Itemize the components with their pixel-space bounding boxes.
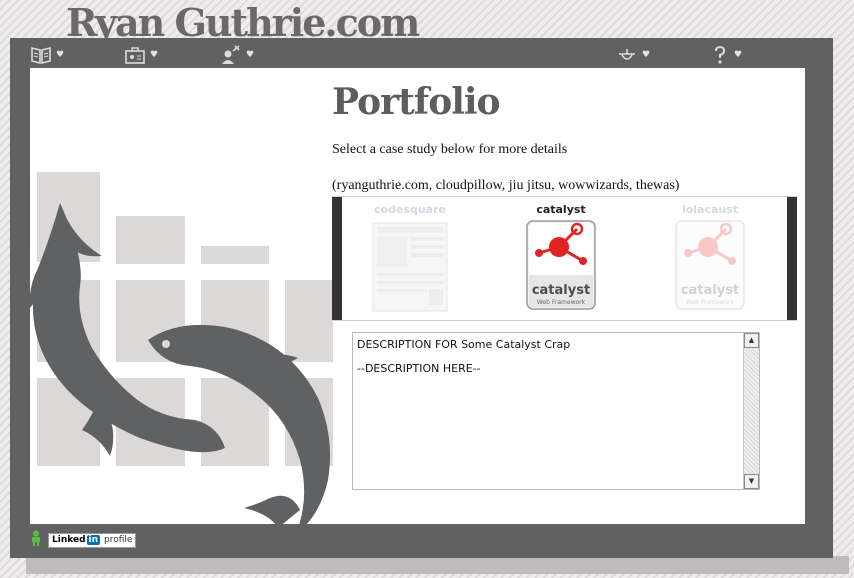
lolacaust-logo: catalyst Web Framework: [675, 220, 745, 310]
description-textarea[interactable]: DESCRIPTION FOR Some Catalyst Crap --DES…: [352, 332, 760, 490]
scroll-down-button[interactable]: ▼: [744, 474, 759, 489]
person-icon: [30, 530, 42, 550]
description-line: DESCRIPTION FOR Some Catalyst Crap: [357, 338, 571, 351]
heart-icon: ♥: [56, 50, 65, 60]
linkedin-profile-text: profile: [104, 535, 133, 545]
heart-icon: ♥: [150, 50, 159, 60]
catalyst-logo: catalyst Web Framework: [526, 220, 596, 310]
carousel-left-edge[interactable]: [332, 197, 342, 320]
case-catalyst[interactable]: catalyst catalyst Web Framework: [515, 203, 607, 317]
lolacaust-logo-word: catalyst: [681, 283, 739, 298]
toolbar-help[interactable]: ♥: [710, 44, 742, 66]
briefcase-icon: [124, 45, 146, 65]
linkedin-profile-link[interactable]: Linked in profile: [48, 532, 137, 548]
case-label: lolacaust: [681, 203, 739, 216]
book-icon: [30, 45, 52, 65]
koi-fish-art: [30, 203, 331, 524]
toolbar-briefcase[interactable]: ♥: [124, 44, 158, 66]
toolbar-person[interactable]: ♥: [220, 44, 254, 66]
carousel-right-edge[interactable]: [787, 197, 797, 320]
intro-text: Select a case study below for more detai…: [332, 142, 568, 157]
heart-icon: ♥: [642, 50, 651, 60]
toolbar-plug[interactable]: ♥: [616, 44, 650, 66]
case-codesquare[interactable]: codesquare: [364, 203, 456, 319]
toolbar-book[interactable]: ♥: [30, 44, 64, 66]
scroll-up-button[interactable]: ▲: [744, 333, 759, 348]
question-icon: [710, 45, 730, 65]
case-study-list: (ryanguthrie.com, cloudpillow, jiu jitsu…: [332, 178, 680, 193]
heart-icon: ♥: [246, 50, 255, 60]
case-lolacaust[interactable]: lolacaust catalyst Web Framework: [664, 203, 756, 317]
linkedin-linked-text: Linked: [52, 535, 86, 545]
case-label: codesquare: [374, 203, 446, 216]
catalyst-logo-sub: Web Framework: [537, 299, 586, 306]
person-tools-icon: [220, 45, 242, 65]
description-scrollbar[interactable]: ▲ ▼: [743, 333, 759, 489]
heart-icon: ♥: [734, 50, 743, 60]
lolacaust-logo-sub: Web Framework: [686, 299, 735, 306]
catalyst-logo-word: catalyst: [532, 283, 590, 298]
case-label: catalyst: [536, 203, 586, 216]
page-title: Portfolio: [332, 81, 501, 123]
description-content: DESCRIPTION FOR Some Catalyst Crap --DES…: [357, 339, 743, 375]
codesquare-thumbnail: [372, 222, 448, 312]
description-line: --DESCRIPTION HERE--: [357, 362, 481, 375]
case-study-carousel: codesquare catalyst catalyst Web Framewo…: [332, 196, 797, 321]
linkedin-in-logo: in: [86, 535, 101, 545]
footer: Linked in profile: [30, 530, 137, 550]
frame-shadow: [26, 556, 849, 574]
plug-icon: [616, 45, 638, 65]
